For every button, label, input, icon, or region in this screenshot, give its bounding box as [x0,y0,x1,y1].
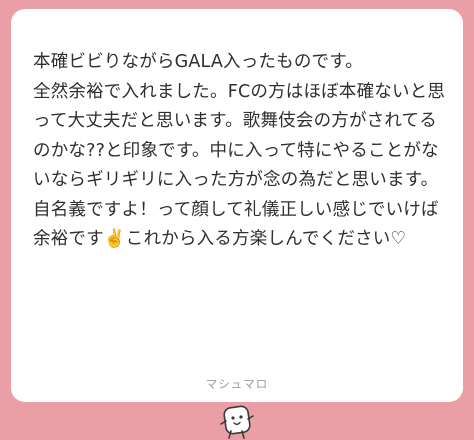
message-text: 本確ビビりながらGALA入ったものです。 全然余裕で入れました。FCの方はほぼ本… [33,52,446,249]
brand-label: マシュマロ [205,377,269,391]
message-card: 本確ビビりながらGALA入ったものです。 全然余裕で入れました。FCの方はほぼ本… [11,9,463,402]
marshmallow-mascot-icon [220,405,254,439]
